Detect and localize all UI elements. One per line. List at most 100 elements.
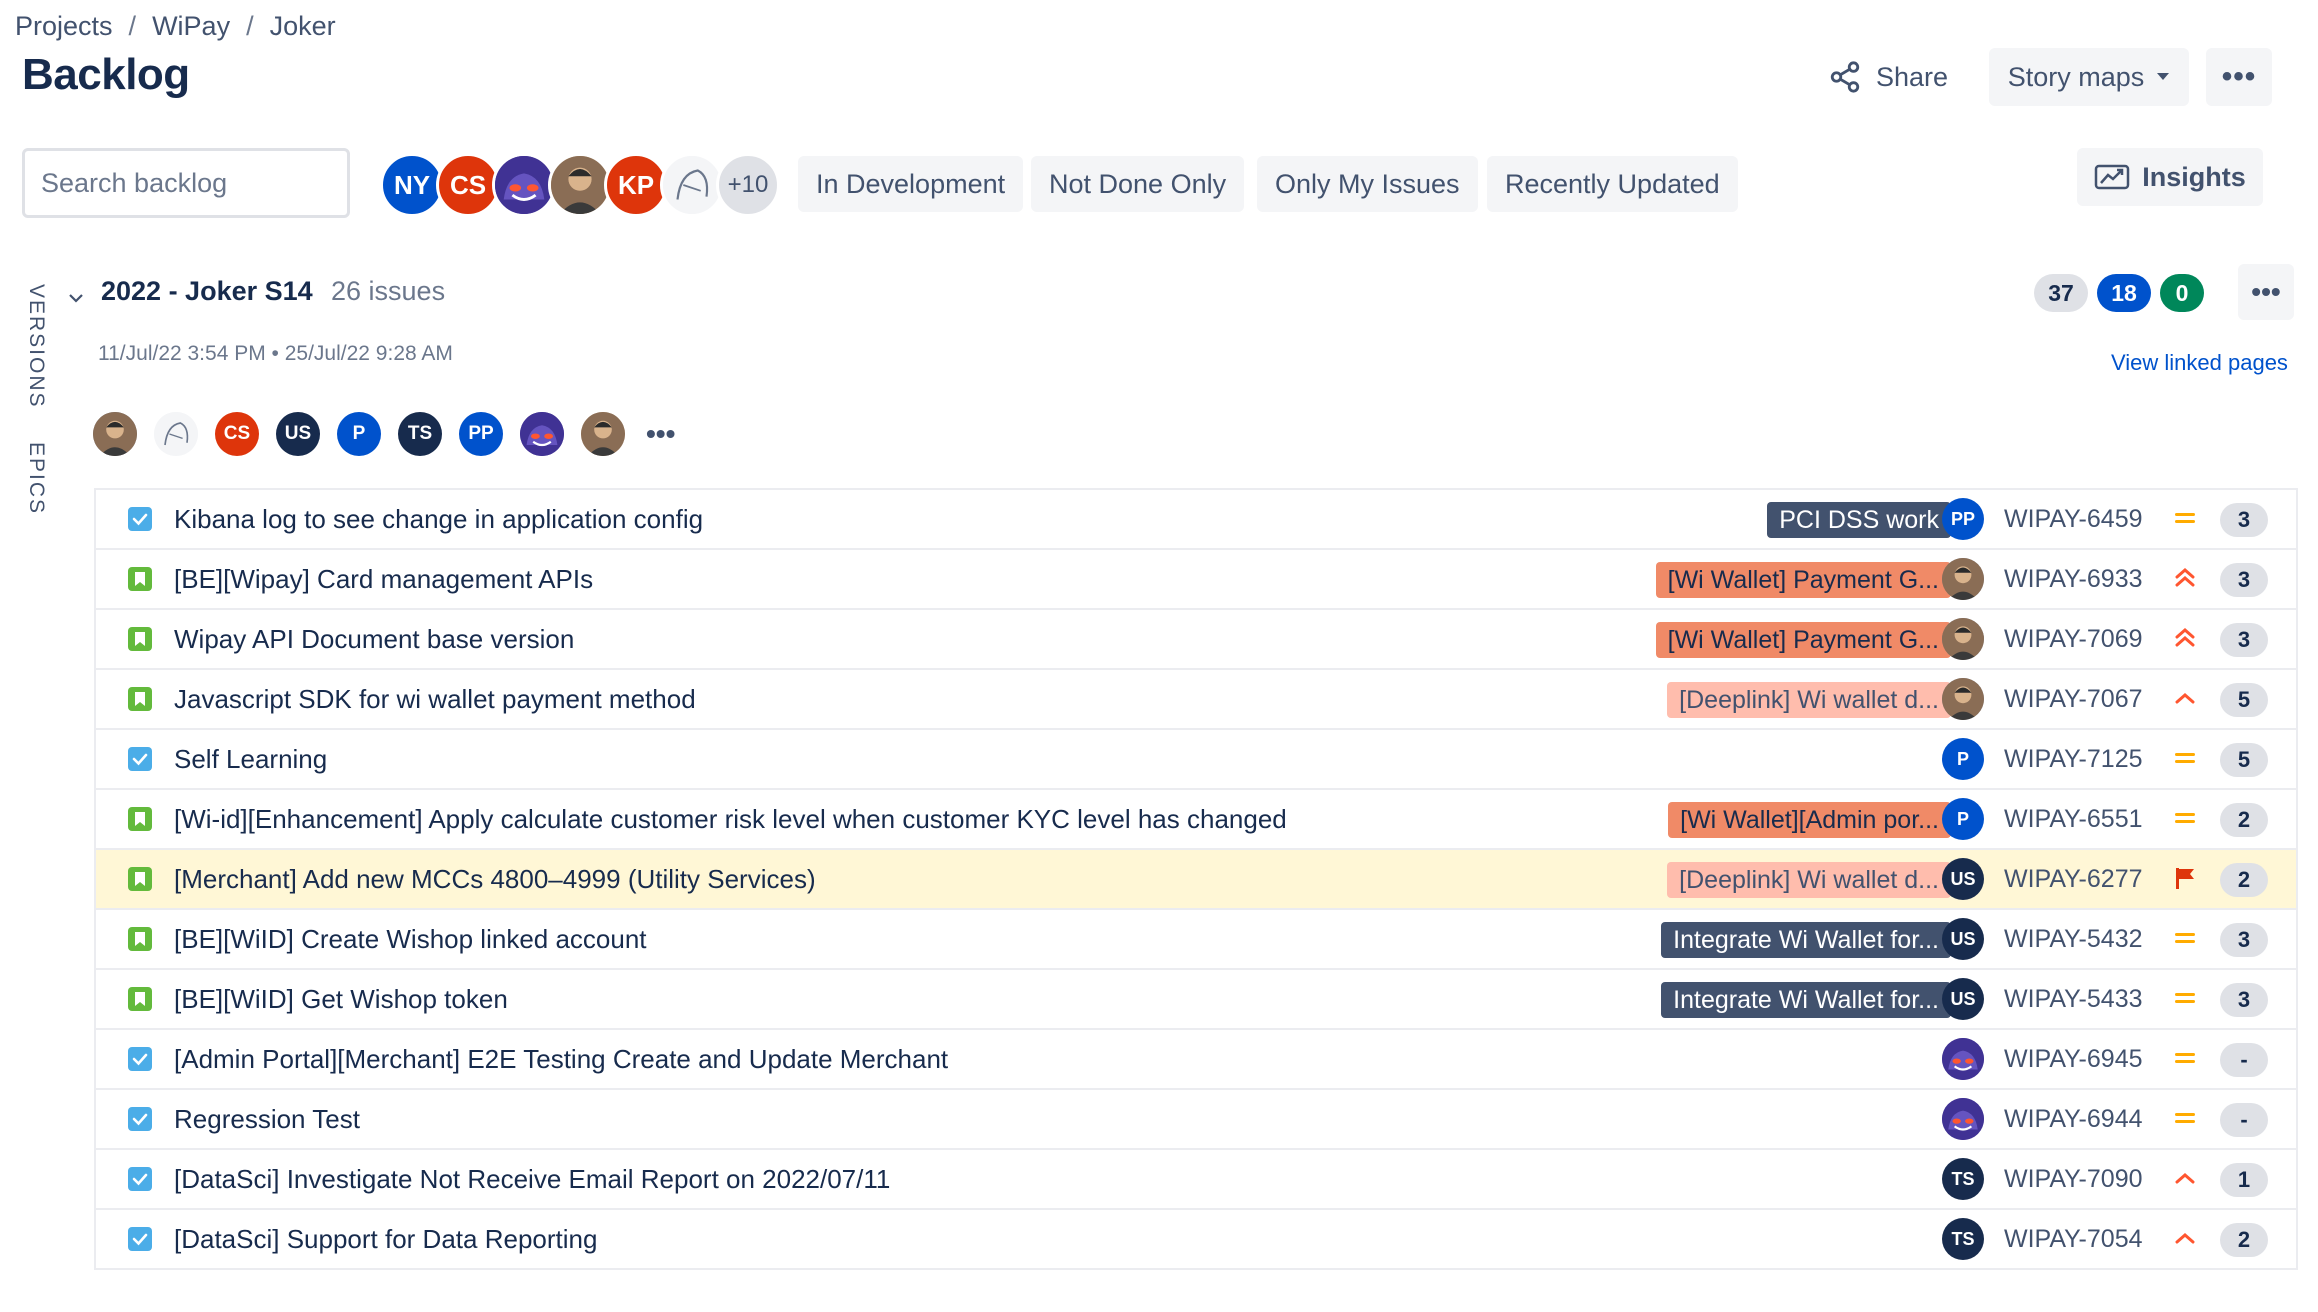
breadcrumb-joker[interactable]: Joker (270, 11, 336, 42)
issue-row[interactable]: [Wi-id][Enhancement] Apply calculate cus… (94, 790, 2298, 850)
assignee-avatar[interactable]: US (1942, 858, 1984, 900)
epic-label[interactable]: [Wi Wallet][Admin por... (1668, 802, 1951, 838)
story-points-badge[interactable]: 3 (2220, 923, 2268, 957)
story-points-badge[interactable]: 3 (2220, 623, 2268, 657)
collapse-chevron-icon[interactable] (68, 284, 84, 310)
epic-label[interactable]: Integrate Wi Wallet for... (1661, 982, 1951, 1018)
story-points-badge[interactable]: 3 (2220, 563, 2268, 597)
issue-summary[interactable]: [BE][Wipay] Card management APIs (174, 564, 593, 595)
more-members-icon[interactable]: ••• (646, 418, 675, 450)
photo-avatar[interactable] (93, 412, 137, 456)
more-assignees-avatar[interactable]: +10 (716, 153, 780, 217)
photo-avatar[interactable] (1942, 558, 1984, 600)
story-points-badge[interactable]: - (2220, 1043, 2268, 1077)
gengar-avatar[interactable] (1942, 1038, 1984, 1080)
assignee-avatar[interactable]: P (1942, 798, 1984, 840)
story-points-badge[interactable]: 5 (2220, 743, 2268, 777)
story-points-badge[interactable]: 2 (2220, 803, 2268, 837)
issue-key[interactable]: WIPAY-7054 (2004, 1225, 2143, 1254)
issue-row[interactable]: [BE][WiID] Create Wishop linked account I… (94, 910, 2298, 970)
issue-key[interactable]: WIPAY-5432 (2004, 925, 2143, 954)
issue-row[interactable]: Self Learning P WIPAY-7125 5 (94, 730, 2298, 790)
breadcrumb-wipay[interactable]: WiPay (152, 11, 230, 42)
photo-avatar[interactable] (1942, 678, 1984, 720)
epic-label[interactable]: [Wi Wallet] Payment G... (1655, 622, 1951, 658)
view-linked-pages-link[interactable]: View linked pages (2111, 350, 2288, 376)
story-points-badge[interactable]: 2 (2220, 863, 2268, 897)
story-points-badge[interactable]: 1 (2220, 1163, 2268, 1197)
epic-label[interactable]: Integrate Wi Wallet for... (1661, 922, 1951, 958)
photo-avatar[interactable] (1942, 618, 1984, 660)
member-avatar[interactable]: TS (398, 412, 442, 456)
photo-avatar[interactable] (581, 412, 625, 456)
member-avatar[interactable]: P (337, 412, 381, 456)
issue-key[interactable]: WIPAY-7125 (2004, 745, 2143, 774)
story-points-badge[interactable]: 3 (2220, 503, 2268, 537)
story-points-badge[interactable]: - (2220, 1103, 2268, 1137)
issue-row[interactable]: [DataSci] Support for Data Reporting TS WI… (94, 1210, 2298, 1270)
issue-key[interactable]: WIPAY-6945 (2004, 1045, 2143, 1074)
issue-key[interactable]: WIPAY-7067 (2004, 685, 2143, 714)
assignee-avatar[interactable]: P (1942, 738, 1984, 780)
assignee-avatar[interactable]: TS (1942, 1158, 1984, 1200)
story-maps-dropdown[interactable]: Story maps (1989, 48, 2189, 106)
epic-label[interactable]: [Deeplink] Wi wallet d... (1667, 682, 1951, 718)
issue-key[interactable]: WIPAY-6277 (2004, 865, 2143, 894)
issue-key[interactable]: WIPAY-7069 (2004, 625, 2143, 654)
epics-tab[interactable]: EPICS (24, 442, 48, 515)
issue-summary[interactable]: Regression Test (174, 1104, 360, 1135)
filter-only-my-issues[interactable]: Only My Issues (1257, 156, 1478, 212)
issue-row[interactable]: Kibana log to see change in application … (94, 490, 2298, 550)
assignee-avatar[interactable]: TS (1942, 1218, 1984, 1260)
member-avatar[interactable]: US (276, 412, 320, 456)
issue-summary[interactable]: [Wi-id][Enhancement] Apply calculate cus… (174, 804, 1287, 835)
assignee-avatar[interactable]: US (1942, 918, 1984, 960)
filter-not-done-only[interactable]: Not Done Only (1031, 156, 1245, 212)
member-avatar[interactable]: CS (215, 412, 259, 456)
issue-key[interactable]: WIPAY-6459 (2004, 505, 2143, 534)
breadcrumb-projects[interactable]: Projects (15, 11, 113, 42)
story-points-badge[interactable]: 5 (2220, 683, 2268, 717)
issue-key[interactable]: WIPAY-5433 (2004, 985, 2143, 1014)
insights-button[interactable]: Insights (2077, 148, 2263, 206)
photo-avatar[interactable] (548, 153, 612, 217)
issue-key[interactable]: WIPAY-6944 (2004, 1105, 2143, 1134)
versions-tab[interactable]: VERSIONS (24, 284, 48, 409)
issue-summary[interactable]: [DataSci] Investigate Not Receive Email … (174, 1164, 890, 1195)
search-field[interactable] (22, 148, 397, 218)
gengar-avatar[interactable] (492, 153, 556, 217)
issue-row[interactable]: Wipay API Document base version [Wi Walle… (94, 610, 2298, 670)
issue-row[interactable]: [BE][Wipay] Card management APIs [Wi Wall… (94, 550, 2298, 610)
filter-recently-updated[interactable]: Recently Updated (1487, 156, 1738, 212)
issue-key[interactable]: WIPAY-7090 (2004, 1165, 2143, 1194)
epic-label[interactable]: PCI DSS work (1767, 502, 1951, 538)
issue-row[interactable]: [Merchant] Add new MCCs 4800–4999 (Utili… (94, 850, 2298, 910)
sketch-avatar[interactable] (154, 412, 198, 456)
sketch-avatar[interactable] (660, 153, 724, 217)
assignee-avatar[interactable]: NY (380, 153, 444, 217)
share-button[interactable]: Share (1828, 56, 1948, 98)
issue-summary[interactable]: [BE][WiID] Create Wishop linked account (174, 924, 647, 955)
epic-label[interactable]: [Deeplink] Wi wallet d... (1667, 862, 1951, 898)
issue-row[interactable]: [Admin Portal][Merchant] E2E Testing Cre… (94, 1030, 2298, 1090)
issue-summary[interactable]: Self Learning (174, 744, 327, 775)
issue-summary[interactable]: [Admin Portal][Merchant] E2E Testing Cre… (174, 1044, 948, 1075)
sprint-more-button[interactable]: ••• (2238, 264, 2294, 320)
issue-row[interactable]: [DataSci] Investigate Not Receive Email … (94, 1150, 2298, 1210)
gengar-avatar[interactable] (520, 412, 564, 456)
issue-summary[interactable]: [Merchant] Add new MCCs 4800–4999 (Utili… (174, 864, 816, 895)
assignee-avatar[interactable]: PP (1942, 498, 1984, 540)
issue-row[interactable]: Regression Test WIPAY-6944 - (94, 1090, 2298, 1150)
issue-summary[interactable]: Kibana log to see change in application … (174, 504, 703, 535)
filter-in-development[interactable]: In Development (798, 156, 1024, 212)
assignee-avatar[interactable]: CS (436, 153, 500, 217)
issue-row[interactable]: Javascript SDK for wi wallet payment met… (94, 670, 2298, 730)
issue-summary[interactable]: [DataSci] Support for Data Reporting (174, 1224, 597, 1255)
more-actions-button[interactable]: ••• (2206, 48, 2272, 106)
assignee-avatar[interactable]: US (1942, 978, 1984, 1020)
epic-label[interactable]: [Wi Wallet] Payment G... (1655, 562, 1951, 598)
issue-summary[interactable]: Wipay API Document base version (174, 624, 574, 655)
search-input[interactable] (39, 166, 397, 200)
issue-row[interactable]: [BE][WiID] Get Wishop token Integrate Wi … (94, 970, 2298, 1030)
issue-key[interactable]: WIPAY-6933 (2004, 565, 2143, 594)
